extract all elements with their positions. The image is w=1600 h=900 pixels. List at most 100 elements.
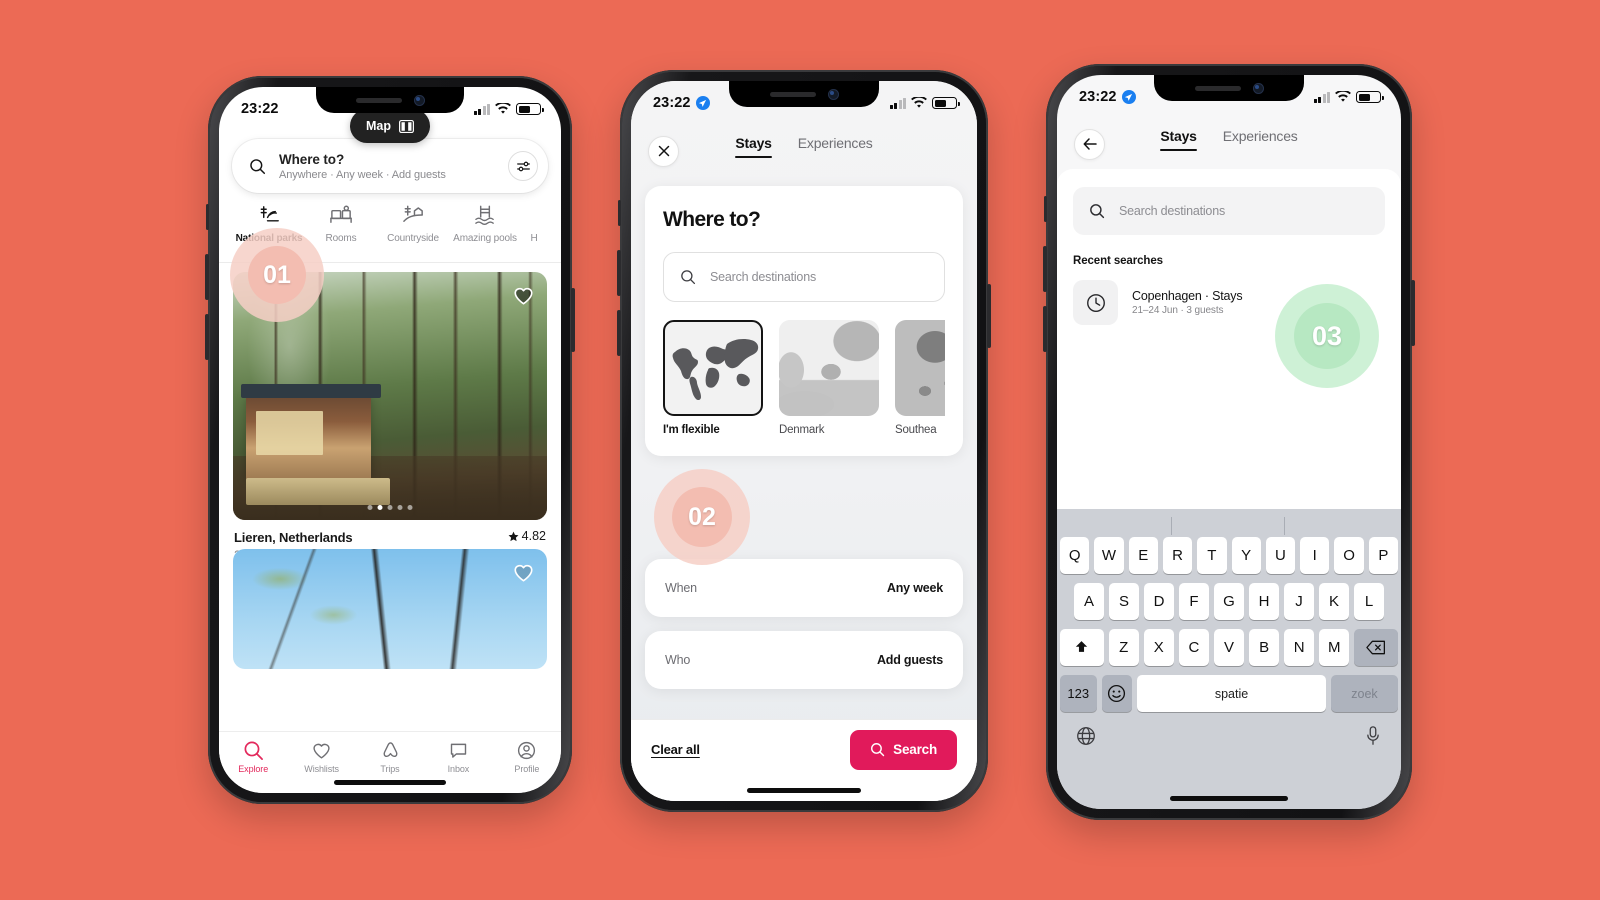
key-t[interactable]: T xyxy=(1197,537,1227,574)
shift-key[interactable] xyxy=(1060,629,1104,666)
keyboard-row-1[interactable]: Q W E R T Y U I O P xyxy=(1057,537,1401,574)
region-label: Southea xyxy=(895,424,937,436)
chat-bubble-icon xyxy=(448,740,469,761)
key-c[interactable]: C xyxy=(1178,629,1209,666)
step-badge-03-label: 03 xyxy=(1311,320,1343,351)
region-denmark[interactable]: Denmark xyxy=(779,320,879,436)
category-next-partial[interactable]: H xyxy=(521,200,547,258)
key-d[interactable]: D xyxy=(1144,583,1174,620)
pool-icon xyxy=(473,203,498,228)
key-e[interactable]: E xyxy=(1128,537,1158,574)
tab-profile[interactable]: Profile xyxy=(493,732,561,781)
key-n[interactable]: N xyxy=(1284,629,1315,666)
region-label: Denmark xyxy=(779,424,825,436)
backspace-key[interactable] xyxy=(1354,629,1398,666)
phone-1: 23:22 Where to? Anywhere · Any week · Ad… xyxy=(205,76,575,804)
key-z[interactable]: Z xyxy=(1108,629,1139,666)
cellular-signal-icon xyxy=(1313,91,1330,103)
listing-card-2[interactable] xyxy=(233,549,547,669)
key-y[interactable]: Y xyxy=(1231,537,1261,574)
where-to-card: Where to? Search destinations I'm flexib… xyxy=(645,186,963,456)
region-im-flexible[interactable]: I'm flexible xyxy=(663,320,763,436)
tab-stays[interactable]: Stays xyxy=(1160,128,1198,151)
keyboard-row-3[interactable]: Z X C V B N M xyxy=(1057,629,1401,666)
tab-experiences[interactable]: Experiences xyxy=(798,135,873,158)
tab-stays[interactable]: Stays xyxy=(735,135,773,158)
key-h[interactable]: H xyxy=(1249,583,1279,620)
key-i[interactable]: I xyxy=(1300,537,1330,574)
tab-experiences[interactable]: Experiences xyxy=(1223,128,1298,151)
search-bar[interactable]: Where to? Anywhere · Any week · Add gues… xyxy=(232,139,548,193)
phone-2: 23:22 Stays Experiences Where to? Search… xyxy=(617,70,991,812)
cellular-signal-icon xyxy=(889,97,906,109)
key-j[interactable]: J xyxy=(1284,583,1314,620)
key-a[interactable]: A xyxy=(1074,583,1104,620)
key-k[interactable]: K xyxy=(1319,583,1349,620)
listing-rating: 4.82 xyxy=(508,529,546,543)
key-x[interactable]: X xyxy=(1143,629,1174,666)
tab-label: Trips xyxy=(380,763,400,774)
return-search-key[interactable]: zoek xyxy=(1330,675,1398,712)
tab-wishlists[interactable]: Wishlists xyxy=(287,732,355,781)
favorite-button[interactable] xyxy=(512,284,535,312)
filter-button[interactable] xyxy=(508,151,538,181)
search-header: Stays Experiences xyxy=(1057,119,1401,169)
region-strip[interactable]: I'm flexible Denmark Southea xyxy=(663,320,945,436)
when-value: Any week xyxy=(886,581,943,595)
microphone-icon[interactable] xyxy=(1363,725,1383,747)
search-tabs[interactable]: Stays Experiences xyxy=(1057,128,1401,151)
keyboard-row-4[interactable]: 123 spatie zoek xyxy=(1057,675,1401,712)
search-icon xyxy=(1089,203,1105,219)
modal-tabs[interactable]: Stays Experiences xyxy=(631,135,977,158)
destination-input[interactable]: Search destinations xyxy=(663,252,945,302)
key-l[interactable]: L xyxy=(1354,583,1384,620)
region-label: I'm flexible xyxy=(663,424,720,436)
key-r[interactable]: R xyxy=(1162,537,1193,574)
key-m[interactable]: M xyxy=(1319,629,1350,666)
category-label: Rooms xyxy=(325,233,357,244)
clear-all-button[interactable]: Clear all xyxy=(651,742,700,757)
region-southeast-asia[interactable]: Southea xyxy=(895,320,945,436)
home-indicator[interactable] xyxy=(1170,796,1288,801)
space-key[interactable]: spatie xyxy=(1137,675,1326,712)
when-row[interactable]: When Any week xyxy=(645,559,963,617)
poster-canvas: 23:22 Where to? Anywhere · Any week · Ad… xyxy=(0,0,1600,900)
key-w[interactable]: W xyxy=(1094,537,1124,574)
search-destinations-input[interactable]: Search destinations xyxy=(1073,187,1385,235)
category-countryside[interactable]: Countryside xyxy=(377,200,449,258)
tab-trips[interactable]: Trips xyxy=(356,732,424,781)
location-arrow-icon xyxy=(1121,90,1136,104)
tab-explore[interactable]: Explore xyxy=(219,732,287,781)
key-b[interactable]: B xyxy=(1249,629,1280,666)
key-o[interactable]: O xyxy=(1334,537,1364,574)
key-g[interactable]: G xyxy=(1214,583,1244,620)
on-screen-keyboard[interactable]: Q W E R T Y U I O P A S D F G H J K L Z … xyxy=(1057,509,1401,809)
who-value: Add guests xyxy=(876,653,943,667)
southeast-asia-map-thumb xyxy=(895,320,945,416)
key-q[interactable]: Q xyxy=(1060,537,1090,574)
phone-2-volume-down xyxy=(617,310,621,356)
phone-2-mute-switch xyxy=(618,200,621,226)
key-u[interactable]: U xyxy=(1265,537,1296,574)
category-amazing-pools[interactable]: Amazing pools xyxy=(449,200,521,258)
emoji-key[interactable] xyxy=(1101,675,1133,712)
globe-icon[interactable] xyxy=(1075,725,1097,747)
keyboard-row-2[interactable]: A S D F G H J K L xyxy=(1057,583,1401,620)
keyboard-bottom-row[interactable] xyxy=(1057,721,1401,747)
numbers-key[interactable]: 123 xyxy=(1060,675,1097,712)
earpiece-speaker xyxy=(355,97,402,103)
home-indicator[interactable] xyxy=(334,780,446,785)
key-p[interactable]: P xyxy=(1368,537,1398,574)
tab-inbox[interactable]: Inbox xyxy=(424,732,492,781)
backspace-icon xyxy=(1366,640,1386,655)
home-indicator[interactable] xyxy=(747,788,861,793)
cabin-deck xyxy=(245,477,390,506)
search-button[interactable]: Search xyxy=(850,729,957,770)
phone-3-volume-down xyxy=(1043,306,1047,352)
who-row[interactable]: Who Add guests xyxy=(645,631,963,689)
key-s[interactable]: S xyxy=(1109,583,1139,620)
key-f[interactable]: F xyxy=(1179,583,1209,620)
step-badge-02: 02 xyxy=(654,469,750,565)
favorite-button-2[interactable] xyxy=(512,561,535,589)
key-v[interactable]: V xyxy=(1213,629,1245,666)
